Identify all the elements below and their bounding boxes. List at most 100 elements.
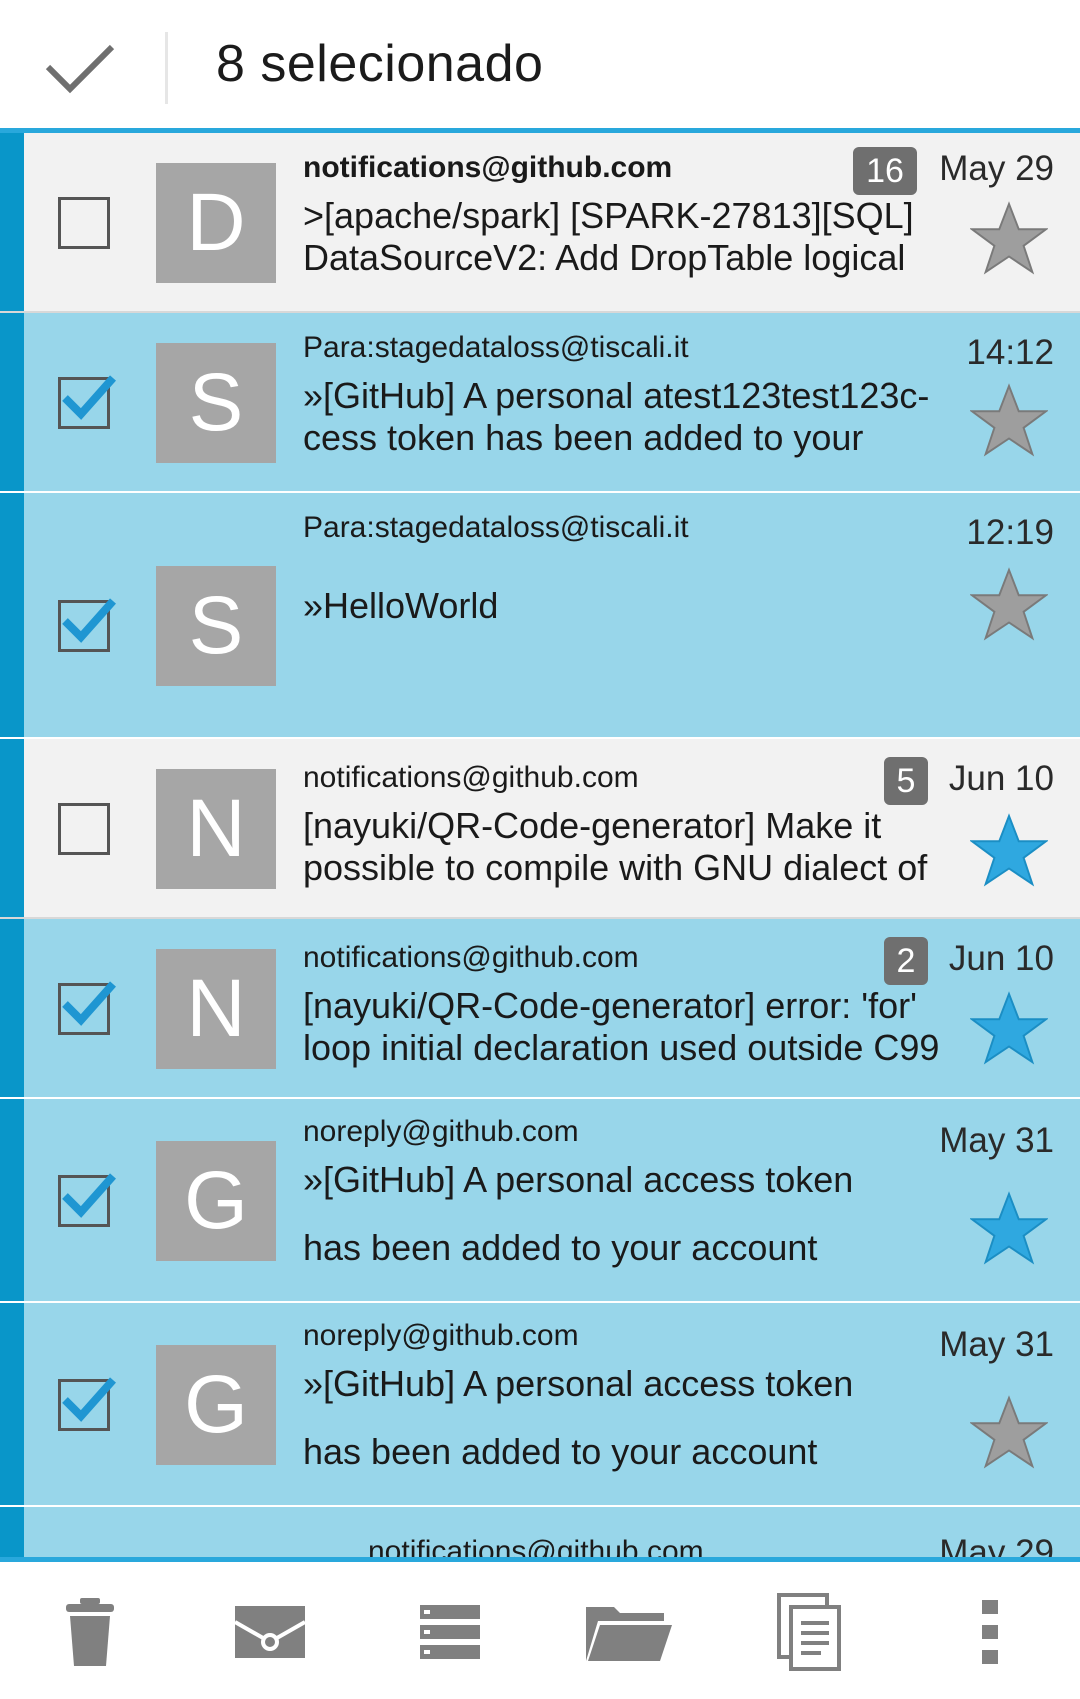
subject-preview: [nayuki/QR-Code-generator] error: 'for' l… [303, 985, 953, 1069]
more-vertical-icon [982, 1600, 998, 1664]
subject-line: »[GitHub] A personal access token [303, 1159, 854, 1200]
star-outline-icon[interactable] [969, 1395, 1049, 1469]
star-filled-icon[interactable] [969, 813, 1049, 887]
selection-count-title: 8 selecionado [216, 35, 544, 93]
checkmark-icon [45, 44, 115, 93]
sender-avatar: S [156, 343, 276, 463]
email-row[interactable]: Nnotifications@github.com [nayuki/QR-Code… [0, 739, 1080, 919]
sender-avatar: G [156, 1141, 276, 1261]
received-date: Jun 10 [948, 759, 1054, 798]
email-row[interactable]: Gnoreply@github.com »[GitHub] A personal … [0, 1303, 1080, 1507]
row-accent-bar [0, 493, 24, 737]
copy-button[interactable] [776, 1592, 844, 1672]
subject-line: [nayuki/QR-Code-generator] error: 'for' [303, 985, 917, 1026]
subject-line: possible to compile with GNU dialect of [303, 847, 928, 888]
received-date: May 29 [939, 149, 1054, 188]
checkmark-icon [62, 981, 116, 1026]
thread-count-badge: 16 [853, 147, 917, 195]
sender-avatar: S [156, 566, 276, 686]
sender-avatar: D [156, 163, 276, 283]
checkbox-checked[interactable] [58, 1377, 116, 1431]
divider [165, 32, 168, 104]
received-date: Jun 10 [948, 939, 1054, 978]
subject-line: has been added to your account [303, 1431, 818, 1472]
sender-address: noreply@github.com [303, 1115, 579, 1148]
checkbox-checked[interactable] [58, 598, 116, 652]
subject-preview: »HelloWorld [303, 585, 953, 627]
sender-avatar: N [156, 949, 276, 1069]
row-accent-bar [0, 1303, 24, 1505]
star-filled-icon[interactable] [969, 991, 1049, 1065]
subject-line: »[GitHub] A personal atest123test123c- [303, 375, 930, 416]
subject-preview: »[GitHub] A personal access token has bee… [303, 1159, 953, 1269]
email-list[interactable]: Dnotifications@github.com >[apache/spark]… [0, 133, 1080, 1557]
trash-icon [66, 1598, 114, 1666]
row-accent-bar [0, 739, 24, 917]
subject-line: cess token has been added to your [303, 417, 864, 458]
sender-address: notifications@github.com [303, 941, 639, 974]
sender-address: notifications@github.com [303, 151, 673, 184]
checkbox-unchecked[interactable] [58, 803, 110, 855]
subject-line: has been added to your account [303, 1227, 818, 1268]
mark-read-button[interactable] [232, 1592, 308, 1672]
row-accent-bar [0, 313, 24, 491]
folder-icon [586, 1607, 672, 1661]
checkbox-checked[interactable] [58, 1173, 116, 1227]
checkmark-icon [62, 598, 116, 643]
checkmark-icon [62, 375, 116, 420]
subject-preview: »[GitHub] A personal atest123test123c-ce… [303, 375, 953, 459]
subject-line: [nayuki/QR-Code-generator] Make it [303, 805, 882, 846]
star-outline-icon[interactable] [969, 383, 1049, 457]
subject-line: »HelloWorld [303, 585, 499, 626]
thread-count-badge: 2 [884, 937, 928, 985]
move-button[interactable] [418, 1592, 482, 1672]
star-outline-icon[interactable] [969, 201, 1049, 275]
sender-address: Para:stagedataloss@tiscali.it [303, 511, 689, 544]
email-row[interactable]: S Para:stagedataloss@tiscali.it »[GitHub] … [0, 313, 1080, 493]
subject-preview: »[GitHub] A personal access token has bee… [303, 1363, 953, 1473]
checkbox-checked[interactable] [58, 375, 116, 429]
subject-line: loop initial declaration used outside C9… [303, 1027, 940, 1068]
subject-preview: [nayuki/QR-Code-generator] Make it possib… [303, 805, 953, 889]
received-date: 12:19 [966, 513, 1054, 552]
done-button[interactable] [35, 30, 125, 105]
copy-icon [777, 1593, 841, 1671]
sender-avatar: G [156, 1345, 276, 1465]
delete-button[interactable] [60, 1592, 120, 1672]
star-outline-icon[interactable] [969, 567, 1049, 641]
received-date: 14:12 [966, 333, 1054, 372]
subject-line: DataSourceV2: Add DropTable logical [303, 237, 906, 278]
email-row[interactable]: Nnotifications@github.com [nayuki/QR-Code… [0, 919, 1080, 1099]
more-options-button[interactable] [976, 1592, 1004, 1672]
received-date: May 31 [939, 1121, 1054, 1160]
email-row[interactable]: Dnotifications@github.com >[apache/spark]… [0, 133, 1080, 313]
sender-address: notifications@github.com [368, 1535, 704, 1557]
bottom-toolbar [0, 1557, 1080, 1699]
row-accent-bar [0, 919, 24, 1097]
received-date: May 31 [939, 1325, 1054, 1364]
email-row[interactable]: Gnoreply@github.com »[GitHub] A personal … [0, 1099, 1080, 1303]
folder-button[interactable] [584, 1592, 674, 1672]
checkmark-icon [62, 1173, 116, 1218]
thread-count-badge: 5 [884, 757, 928, 805]
subject-line: »[GitHub] A personal access token [303, 1363, 854, 1404]
checkmark-icon [62, 1377, 116, 1422]
sender-address: notifications@github.com [303, 761, 639, 794]
email-row[interactable]: S Para:stagedataloss@tiscali.it »HelloWorl… [0, 493, 1080, 739]
checkbox-checked[interactable] [58, 981, 116, 1035]
sender-address: Para:stagedataloss@tiscali.it [303, 331, 689, 364]
row-accent-bar [0, 1507, 24, 1557]
mark-read-envelope-icon [234, 1606, 306, 1658]
received-date: May 29 [939, 1533, 1054, 1557]
sender-address: noreply@github.com [303, 1319, 579, 1352]
checkbox-unchecked[interactable] [58, 197, 110, 249]
row-accent-bar [0, 133, 24, 311]
email-row[interactable]: notifications@github.com May 29 [0, 1507, 1080, 1557]
sender-avatar: N [156, 769, 276, 889]
subject-preview: >[apache/spark] [SPARK-27813][SQL] DataSo… [303, 195, 953, 279]
subject-line: >[apache/spark] [SPARK-27813][SQL] [303, 195, 914, 236]
row-accent-bar [0, 1099, 24, 1301]
action-bar: 8 selecionado [0, 0, 1080, 133]
star-filled-icon[interactable] [969, 1191, 1049, 1265]
move-list-icon [420, 1605, 480, 1659]
